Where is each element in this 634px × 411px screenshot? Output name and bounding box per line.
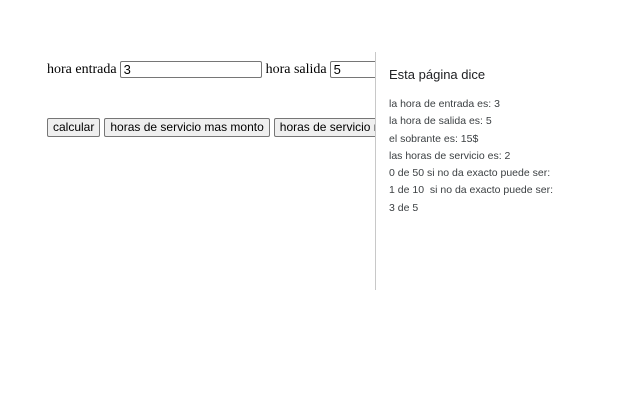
dialog-line: las horas de servicio es: 2 xyxy=(389,149,511,162)
button-row: calcular horas de servicio mas monto hor… xyxy=(47,118,420,137)
dialog-line: el sobrante es: 15$ xyxy=(389,132,479,145)
dialog-line: 0 de 50 si no da exacto puede ser: xyxy=(389,167,551,180)
entrada-input[interactable] xyxy=(119,61,262,78)
salida-label: hora salida xyxy=(265,61,327,77)
hours-form: hora entrada hora salida xyxy=(47,61,390,78)
dialog-line: la hora de entrada es: 3 xyxy=(389,98,500,110)
alert-dialog: Esta página dice la hora de entrada es: … xyxy=(375,52,634,290)
dialog-message: la hora de entrada es: 3 la hora de sali… xyxy=(389,96,553,217)
calcular-button[interactable]: calcular xyxy=(47,118,101,137)
dialog-title: Esta página dice xyxy=(389,67,486,82)
dialog-line: la hora de salida es: 5 xyxy=(389,115,492,128)
horas-monto-button[interactable]: horas de servicio mas monto xyxy=(104,118,270,137)
dialog-line: 1 de 10 si no da exacto puede ser: xyxy=(389,184,554,197)
entrada-label: hora entrada xyxy=(47,61,117,77)
dialog-line: 3 de 5 xyxy=(389,201,419,214)
